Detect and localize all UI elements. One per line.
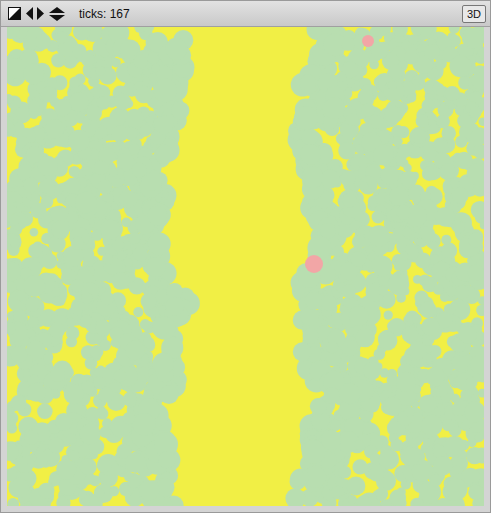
left-right-arrows-icon[interactable] xyxy=(26,7,44,20)
world-view[interactable] xyxy=(7,27,484,506)
netlogo-view-window: ticks: 167 3D xyxy=(0,0,491,513)
up-down-arrows-icon[interactable] xyxy=(49,7,65,21)
zoom-square-icon[interactable] xyxy=(8,7,21,20)
ticks-counter: ticks: 167 xyxy=(79,7,130,21)
pink-turtle xyxy=(305,255,323,273)
pink-turtle xyxy=(362,35,374,47)
3d-button[interactable]: 3D xyxy=(462,5,486,23)
view-toolbar: ticks: 167 3D xyxy=(1,1,490,27)
